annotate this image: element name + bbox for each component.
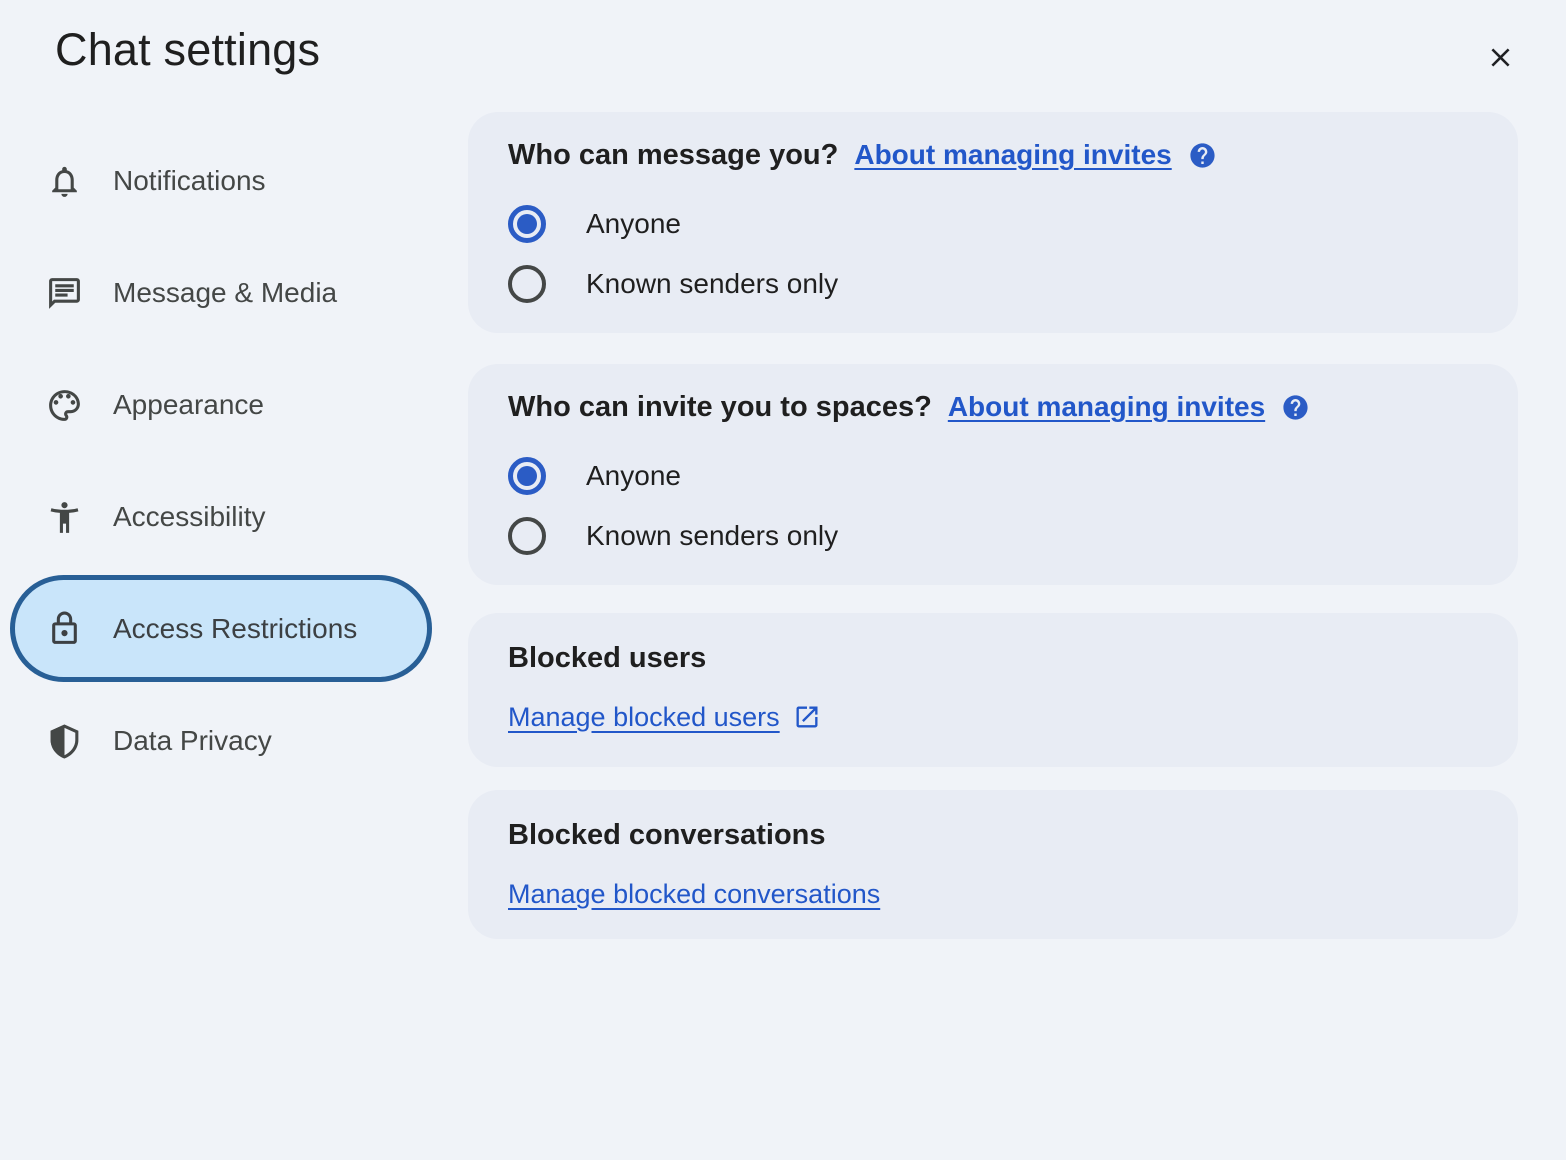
sidebar-item-label: Notifications xyxy=(113,165,266,197)
palette-icon xyxy=(46,387,83,424)
section-blocked-conversations: Blocked conversations Manage blocked con… xyxy=(468,790,1518,939)
sidebar-item-label: Data Privacy xyxy=(113,725,272,757)
chat-settings-dialog: Chat settings Notifications Message & Me… xyxy=(0,0,1566,1160)
radio-option-known-senders[interactable]: Known senders only xyxy=(508,265,838,303)
sidebar-item-accessibility[interactable]: Accessibility xyxy=(0,461,450,573)
radio-label: Known senders only xyxy=(586,520,838,552)
sidebar-item-label: Accessibility xyxy=(113,501,265,533)
close-icon xyxy=(1485,42,1516,73)
sidebar-item-label: Access Restrictions xyxy=(113,613,357,645)
sidebar-item-notifications[interactable]: Notifications xyxy=(0,125,450,237)
radio-option-known-senders[interactable]: Known senders only xyxy=(508,517,838,555)
section-heading: Who can message you? xyxy=(508,139,838,172)
bell-icon xyxy=(46,163,83,200)
question-mark-circle-icon[interactable] xyxy=(1281,393,1310,422)
sidebar-item-label: Message & Media xyxy=(113,277,337,309)
section-who-can-invite: Who can invite you to spaces? About mana… xyxy=(468,364,1518,585)
lock-icon xyxy=(46,610,83,647)
section-heading: Who can invite you to spaces? xyxy=(508,391,932,424)
settings-sidebar: Notifications Message & Media Appearance… xyxy=(0,125,450,797)
sidebar-item-message-media[interactable]: Message & Media xyxy=(0,237,450,349)
open-in-new-icon xyxy=(793,703,821,731)
about-managing-invites-link[interactable]: About managing invites xyxy=(854,139,1171,171)
chat-bubble-icon xyxy=(46,275,83,312)
question-mark-circle-icon[interactable] xyxy=(1188,141,1217,170)
about-managing-invites-link[interactable]: About managing invites xyxy=(948,391,1265,423)
sidebar-item-access-restrictions[interactable]: Access Restrictions xyxy=(10,575,432,682)
radio-label: Anyone xyxy=(586,208,681,240)
sidebar-item-appearance[interactable]: Appearance xyxy=(0,349,450,461)
radio-selected-icon[interactable] xyxy=(508,205,546,243)
radio-label: Anyone xyxy=(586,460,681,492)
manage-blocked-conversations-link[interactable]: Manage blocked conversations xyxy=(508,879,880,910)
close-button[interactable] xyxy=(1478,35,1522,79)
sidebar-item-label: Appearance xyxy=(113,389,264,421)
manage-blocked-users-link[interactable]: Manage blocked users xyxy=(508,702,780,733)
section-heading: Blocked conversations xyxy=(508,819,826,852)
radio-label: Known senders only xyxy=(586,268,838,300)
radio-unselected-icon[interactable] xyxy=(508,265,546,303)
shield-half-icon xyxy=(46,723,83,760)
radio-selected-icon[interactable] xyxy=(508,457,546,495)
sidebar-item-data-privacy[interactable]: Data Privacy xyxy=(0,685,450,797)
accessibility-icon xyxy=(46,499,83,536)
page-title: Chat settings xyxy=(55,24,320,76)
radio-option-anyone[interactable]: Anyone xyxy=(508,457,681,495)
section-blocked-users: Blocked users Manage blocked users xyxy=(468,613,1518,767)
section-heading: Blocked users xyxy=(508,642,706,675)
radio-option-anyone[interactable]: Anyone xyxy=(508,205,681,243)
section-who-can-message: Who can message you? About managing invi… xyxy=(468,112,1518,333)
radio-unselected-icon[interactable] xyxy=(508,517,546,555)
